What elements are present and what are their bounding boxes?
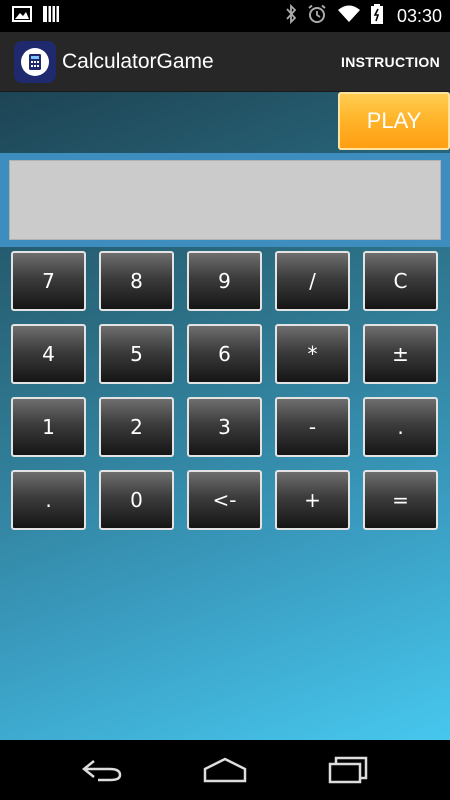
key-multiply[interactable]: * [275,324,350,384]
bluetooth-icon [285,3,297,28]
key-5[interactable]: 5 [99,324,174,384]
status-left [12,5,60,27]
key-backspace[interactable]: <- [187,470,262,530]
image-icon [12,6,32,26]
key-4[interactable]: 4 [11,324,86,384]
key-decimal[interactable]: . [363,397,438,457]
home-icon[interactable] [195,750,255,790]
key-8[interactable]: 8 [99,251,174,311]
back-icon[interactable] [72,750,132,790]
key-9[interactable]: 9 [187,251,262,311]
app-title: CalculatorGame [62,49,214,73]
instruction-button[interactable]: INSTRUCTION [341,48,440,76]
action-bar: CalculatorGame INSTRUCTION [0,32,450,92]
key-equals[interactable]: = [363,470,438,530]
play-button[interactable]: PLAY [338,92,450,150]
key-7[interactable]: 7 [11,251,86,311]
app-brand: CalculatorGame [14,40,214,83]
status-right: 03:30 [285,3,442,28]
keypad: 7 8 9 / C 4 5 6 * ± 1 2 3 - . . 0 <- + = [11,251,439,530]
display-frame [0,153,450,247]
recents-icon[interactable] [318,750,378,790]
bars-icon [42,5,60,27]
display-screen [9,160,441,240]
main-content: PLAY 7 8 9 / C 4 5 6 * ± 1 2 3 - . . 0 <… [0,92,450,740]
key-6[interactable]: 6 [187,324,262,384]
key-minus[interactable]: - [275,397,350,457]
key-3[interactable]: 3 [187,397,262,457]
calculator-icon [14,40,56,83]
alarm-icon [307,4,327,28]
key-plus-minus[interactable]: ± [363,324,438,384]
status-time: 03:30 [396,5,442,26]
wifi-icon [337,5,361,27]
key-clear[interactable]: C [363,251,438,311]
key-plus[interactable]: + [275,470,350,530]
key-2[interactable]: 2 [99,397,174,457]
battery-icon [370,4,383,28]
key-0[interactable]: 0 [99,470,174,530]
key-divide[interactable]: / [275,251,350,311]
status-bar: 03:30 [0,0,450,32]
nav-bar [0,740,450,800]
key-1[interactable]: 1 [11,397,86,457]
key-dot[interactable]: . [11,470,86,530]
